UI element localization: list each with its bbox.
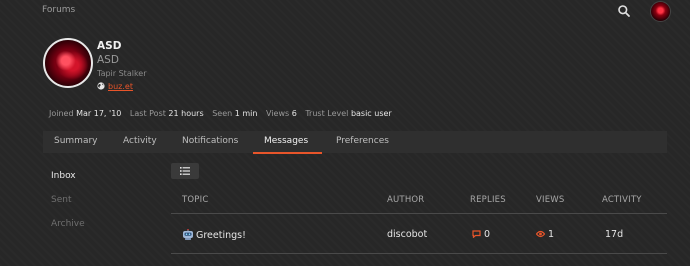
current-user-avatar[interactable] — [650, 1, 671, 22]
stat-label-trust-level: Trust Level — [305, 109, 349, 118]
topic-author[interactable]: discobot — [387, 229, 427, 240]
stat-label-seen: Seen — [212, 109, 233, 118]
active-tab-indicator — [253, 152, 322, 154]
tab-messages[interactable]: Messages — [264, 136, 308, 146]
views-count: 1 — [548, 229, 555, 240]
tab-summary[interactable]: Summary — [54, 136, 98, 146]
column-header-author[interactable]: AUTHOR — [387, 195, 424, 205]
tab-notifications[interactable]: Notifications — [182, 136, 238, 146]
tab-activity[interactable]: Activity — [123, 136, 157, 146]
tab-preferences[interactable]: Preferences — [336, 136, 389, 146]
replies-count: 0 — [484, 229, 491, 240]
breadcrumb-forums[interactable]: Forums — [42, 5, 75, 15]
stat-label-joined: Joined — [49, 109, 74, 118]
profile-stats: Joined Mar 17, '10 Last Post 21 hours Se… — [49, 109, 398, 118]
list-icon — [180, 167, 190, 175]
stat-label-views: Views — [266, 109, 290, 118]
column-header-topic[interactable]: TOPIC — [182, 195, 208, 205]
stat-value-views: 6 — [291, 109, 297, 118]
robot-emoji-icon — [182, 228, 194, 240]
search-icon[interactable] — [617, 3, 631, 17]
table-row-divider — [171, 253, 667, 254]
views-eye-icon — [535, 230, 546, 241]
stat-value-trust-level: basic user — [350, 109, 392, 118]
nav-sent[interactable]: Sent — [51, 195, 71, 205]
stat-value-last-post: 21 hours — [168, 109, 204, 118]
topic-title-link[interactable]: Greetings! — [196, 230, 246, 241]
column-header-views[interactable]: VIEWS — [536, 195, 565, 205]
profile-username: ASD — [97, 40, 122, 52]
profile-full-name: ASD — [97, 54, 119, 66]
replies-icon — [472, 230, 481, 241]
activity-age[interactable]: 17d — [605, 229, 623, 240]
table-header-divider — [171, 213, 667, 214]
bulk-select-button[interactable] — [171, 163, 199, 179]
nav-archive[interactable]: Archive — [51, 219, 85, 229]
stat-label-last-post: Last Post — [129, 109, 166, 118]
nav-inbox[interactable]: Inbox — [51, 171, 76, 181]
globe-icon — [97, 82, 105, 90]
stat-value-joined: Mar 17, '10 — [76, 109, 122, 118]
profile-title: Tapir Stalker — [97, 69, 147, 78]
column-header-replies[interactable]: REPLIES — [470, 195, 506, 205]
stat-value-seen: 1 min — [234, 109, 258, 118]
profile-avatar — [43, 38, 93, 88]
profile-website-link[interactable]: buz.et — [108, 82, 133, 91]
profile-website: buz.et — [97, 82, 133, 91]
column-header-activity[interactable]: ACTIVITY — [602, 195, 642, 205]
